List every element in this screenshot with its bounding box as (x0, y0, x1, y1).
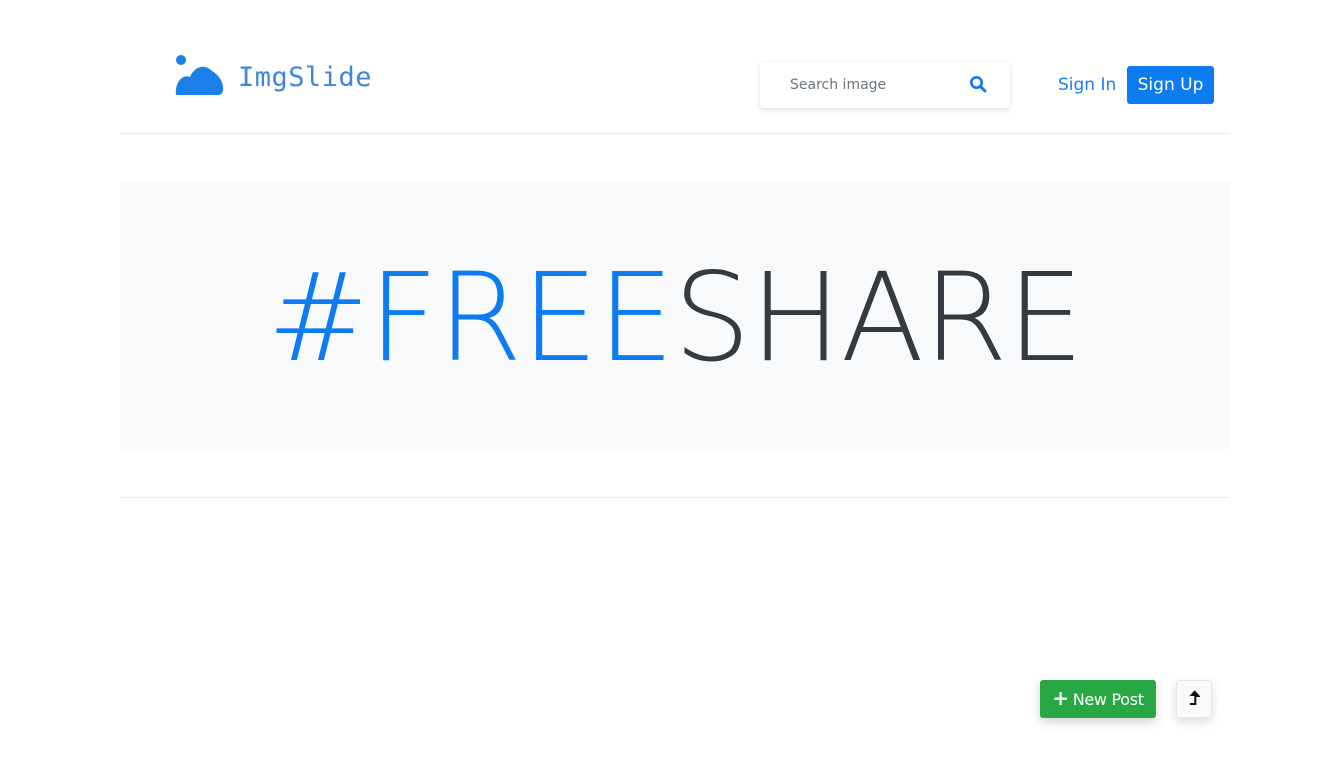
hero-title-accent: #FREE (267, 246, 674, 389)
content-divider (120, 497, 1230, 498)
search-input[interactable] (760, 62, 950, 108)
sign-in-link[interactable]: Sign In (1058, 74, 1116, 96)
arrow-up-icon (1189, 690, 1200, 705)
search-button[interactable] (966, 75, 990, 95)
new-post-label: New Post (1072, 689, 1144, 709)
plus-icon: + (1052, 686, 1069, 710)
brand-link[interactable]: ImgSlide (174, 52, 372, 98)
new-post-button[interactable]: + New Post (1040, 680, 1156, 718)
brand-name: ImgSlide (238, 61, 373, 93)
search-icon (970, 76, 987, 93)
sign-up-button[interactable]: Sign Up (1127, 66, 1214, 104)
mountains-image-icon (175, 55, 224, 95)
page: ImgSlide Sign In Sign Up #FREESHARE + Ne… (0, 0, 1340, 765)
hero-banner: #FREESHARE (120, 182, 1230, 449)
hero-title-rest: SHARE (673, 246, 1083, 389)
hero-title: #FREESHARE (267, 253, 1084, 379)
top-navbar: ImgSlide Sign In Sign Up (120, 0, 1230, 134)
scroll-to-top-button[interactable] (1176, 680, 1212, 718)
search-box (760, 62, 1010, 108)
